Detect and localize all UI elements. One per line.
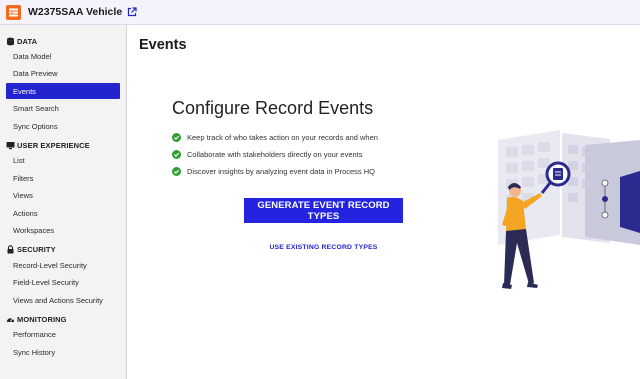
sidebar-item-filters[interactable]: Filters — [6, 170, 120, 186]
check-circle-icon — [172, 133, 181, 142]
sidebar-item-actions[interactable]: Actions — [6, 205, 120, 221]
sidebar-item-field-level-security[interactable]: Field-Level Security — [6, 274, 120, 290]
sidebar-item-workspaces[interactable]: Workspaces — [6, 222, 120, 238]
sidebar-item-performance[interactable]: Performance — [6, 326, 120, 342]
database-icon — [6, 37, 15, 46]
sidebar-item-events[interactable]: Events — [6, 83, 120, 99]
monitor-icon — [6, 141, 15, 150]
bullet-text: Discover insights by analyzing event dat… — [187, 167, 376, 176]
sidebar-item-smart-search[interactable]: Smart Search — [6, 100, 120, 116]
sidebar-item-sync-options[interactable]: Sync Options — [6, 118, 120, 134]
open-external-icon[interactable] — [127, 7, 137, 17]
section-data: DATA — [6, 35, 37, 47]
bullet-text: Keep track of who takes action on your r… — [187, 133, 378, 142]
sidebar-item-list[interactable]: List — [6, 152, 120, 168]
check-circle-icon — [172, 150, 181, 159]
section-title: SECURITY — [17, 244, 56, 254]
use-existing-record-types-link[interactable]: USE EXISTING RECORD TYPES — [244, 242, 403, 253]
page-title: Events — [139, 37, 187, 53]
sidebar-item-data-preview[interactable]: Data Preview — [6, 65, 120, 81]
gauge-icon — [6, 315, 15, 324]
top-bar: W2375SAA Vehicle — [0, 0, 640, 25]
section-monitoring: MONITORING — [6, 313, 67, 325]
feature-bullet: Collaborate with stakeholders directly o… — [172, 149, 363, 160]
section-title: USER EXPERIENCE — [17, 140, 90, 150]
sidebar-item-views-actions-security[interactable]: Views and Actions Security — [6, 292, 120, 308]
section-title: MONITORING — [17, 314, 67, 324]
configure-heading: Configure Record Events — [172, 98, 374, 118]
lock-icon — [6, 244, 15, 254]
section-user-experience: USER EXPERIENCE — [6, 139, 90, 151]
section-title: DATA — [17, 36, 38, 46]
record-type-icon — [6, 4, 21, 20]
section-security: SECURITY — [6, 243, 56, 255]
bullet-text: Collaborate with stakeholders directly o… — [187, 150, 363, 159]
app-title: W2375SAA Vehicle — [28, 6, 123, 18]
feature-bullet: Keep track of who takes action on your r… — [172, 132, 378, 143]
sidebar-item-sync-history[interactable]: Sync History — [6, 344, 120, 360]
sidebar-item-views[interactable]: Views — [6, 187, 120, 203]
feature-bullet: Discover insights by analyzing event dat… — [172, 166, 375, 177]
generate-event-record-types-button[interactable]: GENERATE EVENT RECORD TYPES — [244, 198, 403, 223]
events-illustration — [490, 125, 640, 300]
sidebar: DATA Data Model Data Preview Events Smar… — [0, 25, 127, 379]
sidebar-item-record-level-security[interactable]: Record-Level Security — [6, 257, 120, 273]
sidebar-item-data-model[interactable]: Data Model — [6, 48, 120, 64]
check-circle-icon — [172, 167, 181, 176]
app-window: W2375SAA Vehicle DATA Data Model Data Pr… — [0, 0, 640, 379]
